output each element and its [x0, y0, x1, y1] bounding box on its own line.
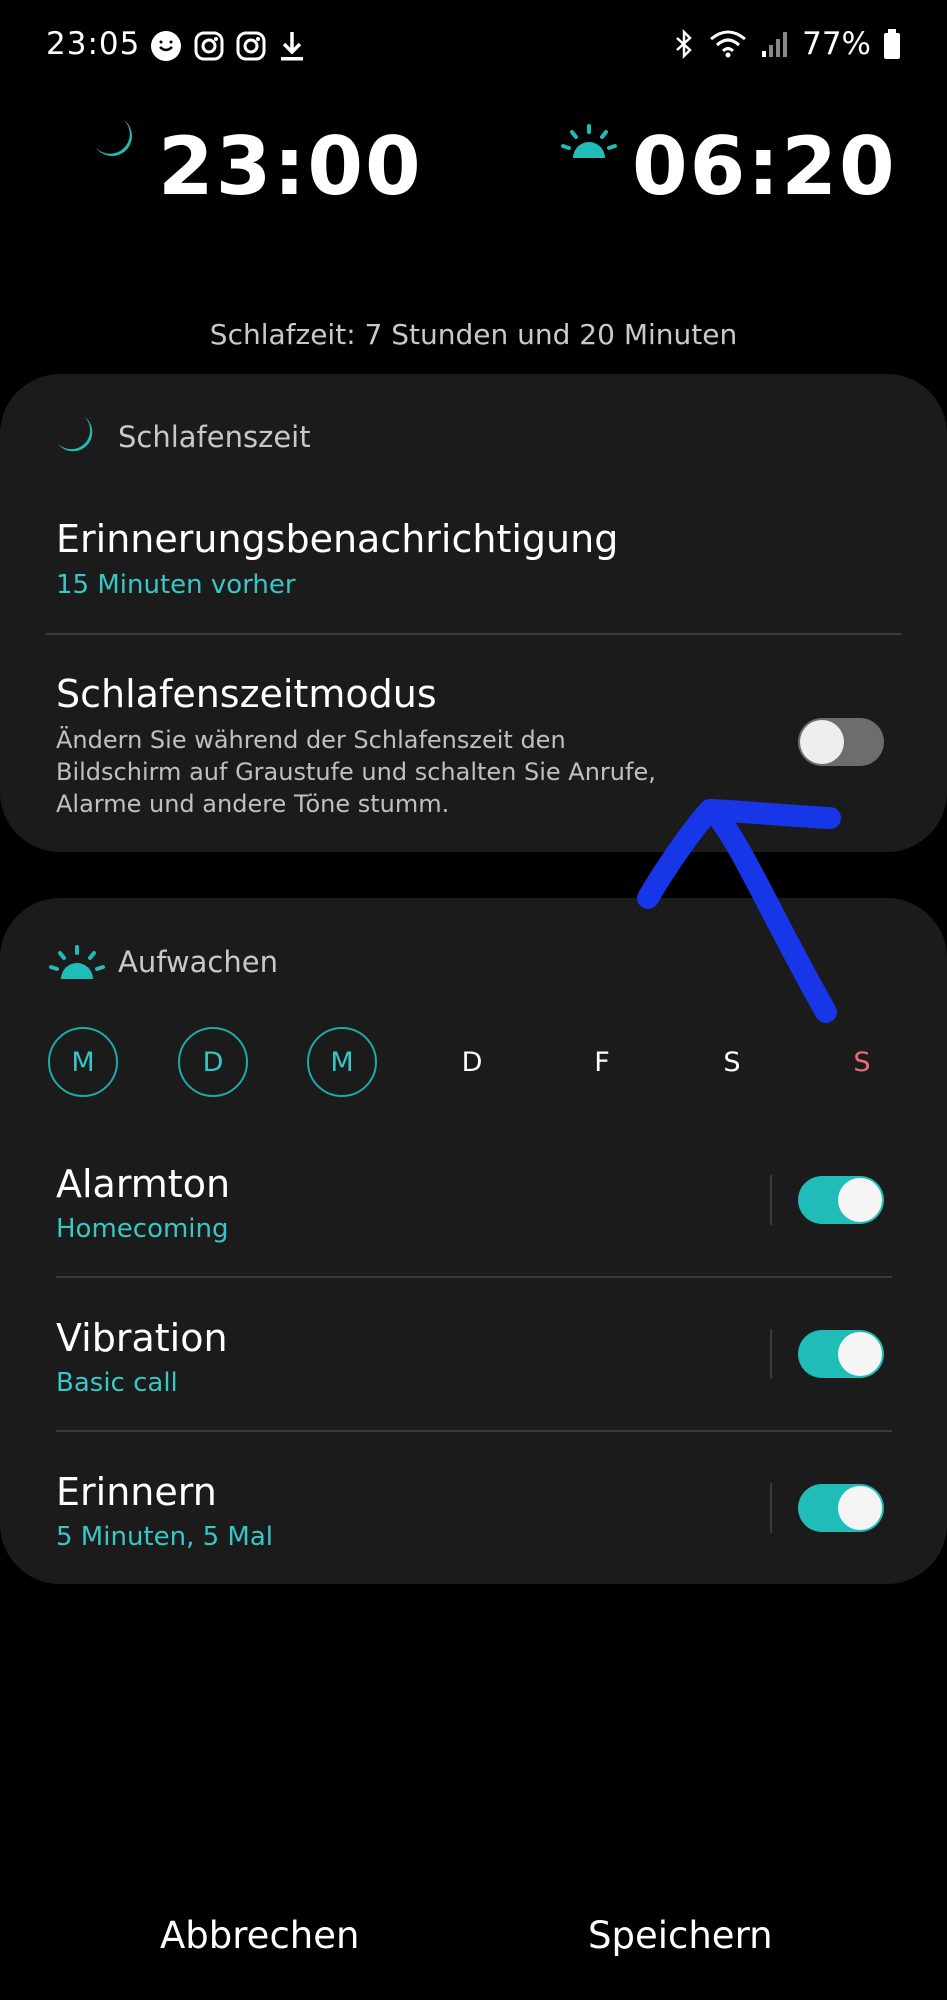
sunrise-icon [49, 945, 105, 979]
day-thursday[interactable]: D [437, 1027, 507, 1097]
alarm-tone-toggle[interactable] [798, 1176, 884, 1224]
snooze-value[interactable]: 5 Minuten, 5 Mal [56, 1522, 273, 1552]
bedtime-mode-toggle[interactable] [798, 718, 884, 766]
snooze-toggle[interactable] [798, 1484, 884, 1532]
wake-section-title: Aufwachen [118, 945, 278, 979]
divider [770, 1483, 772, 1533]
battery-percent: 77% [802, 26, 871, 62]
bedtime-section-title: Schlafenszeit [118, 420, 311, 454]
reminder-title: Erinnerungsbenachrichtigung [56, 517, 619, 561]
vibration-value[interactable]: Basic call [56, 1368, 178, 1398]
snooze-title[interactable]: Erinnern [56, 1470, 217, 1514]
status-left-icons [150, 30, 306, 62]
sleep-duration: Schlafzeit: 7 Stunden und 20 Minuten [209, 318, 738, 351]
bedtime-mode-title: Schlafenszeitmodus [56, 672, 437, 716]
bedtime-mode-description: Ändern Sie während der Schlafenszeit den… [56, 726, 656, 818]
smiley-icon [151, 31, 181, 61]
bluetooth-icon [676, 29, 692, 59]
divider [56, 1430, 892, 1432]
signal-icon [762, 32, 788, 57]
day-monday[interactable]: M [48, 1027, 118, 1097]
divider [46, 633, 902, 635]
status-right-icons: 77% [672, 26, 901, 62]
moon-icon [57, 416, 93, 452]
instagram-icon [194, 31, 224, 61]
day-wednesday[interactable]: M [307, 1027, 377, 1097]
wake-time[interactable]: 06:20 [632, 120, 897, 213]
instagram-icon [236, 31, 266, 61]
divider [56, 1276, 892, 1278]
reminder-value: 15 Minuten vorher [56, 570, 296, 600]
sunrise-icon [561, 124, 617, 158]
alarm-tone-title[interactable]: Alarmton [56, 1162, 230, 1206]
divider [770, 1175, 772, 1225]
download-icon [281, 32, 303, 61]
alarm-tone-value[interactable]: Homecoming [56, 1214, 229, 1244]
divider [770, 1329, 772, 1379]
status-time: 23:05 [46, 26, 141, 62]
annotation-arrow [637, 799, 841, 1023]
battery-icon [884, 29, 900, 59]
cancel-button[interactable]: Abbrechen [160, 1914, 359, 1957]
vibration-toggle[interactable] [798, 1330, 884, 1378]
bedtime-time[interactable]: 23:00 [158, 120, 423, 213]
wifi-icon [710, 30, 747, 58]
day-tuesday[interactable]: D [178, 1027, 248, 1097]
moon-icon [96, 120, 132, 156]
save-button[interactable]: Speichern [588, 1914, 773, 1957]
vibration-title[interactable]: Vibration [56, 1316, 228, 1360]
